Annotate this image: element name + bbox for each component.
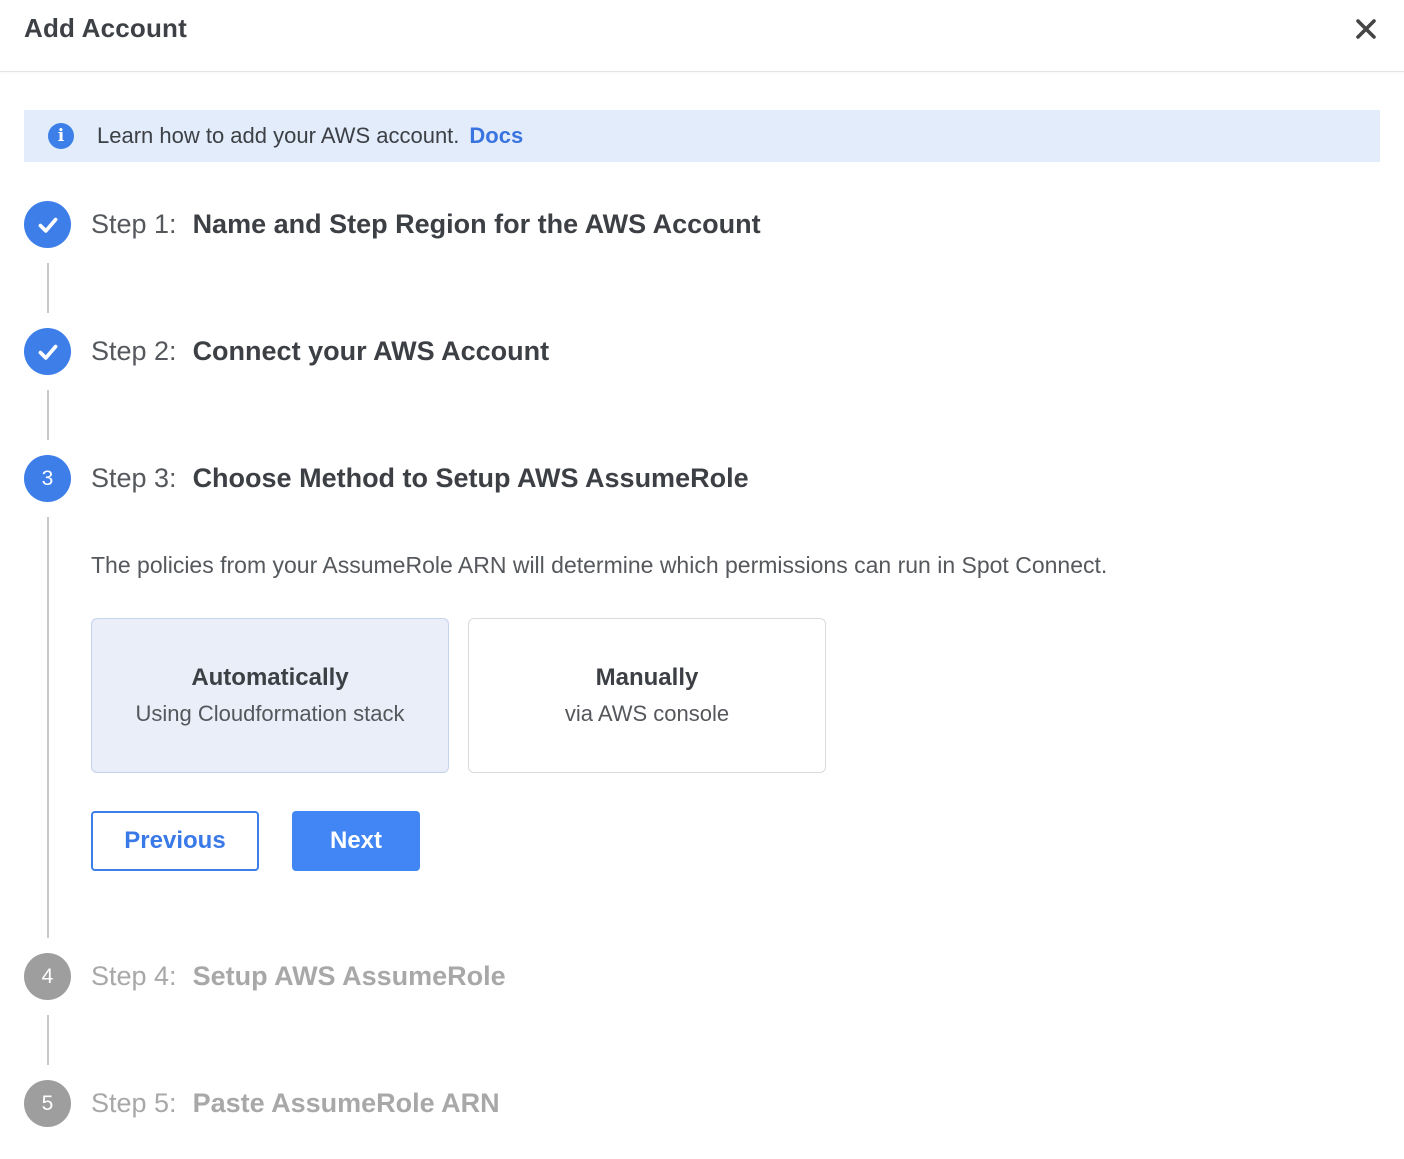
info-banner: i Learn how to add your AWS account. Doc…	[24, 110, 1380, 162]
step-4-prefix: Step 4:	[91, 961, 177, 992]
previous-button[interactable]: Previous	[91, 811, 259, 871]
step-2-rail	[24, 328, 71, 455]
step-1-prefix: Step 1:	[91, 209, 177, 240]
step-2-check-icon	[24, 328, 71, 375]
step-connector	[47, 390, 49, 440]
step-3-number-badge: 3	[24, 455, 71, 502]
step-1-header[interactable]: Step 1: Name and Step Region for the AWS…	[91, 201, 1380, 248]
step-2-prefix: Step 2:	[91, 336, 177, 367]
next-button[interactable]: Next	[292, 811, 420, 871]
step-2-title: Connect your AWS Account	[193, 336, 550, 367]
step-5-prefix: Step 5:	[91, 1088, 177, 1119]
modal-header: Add Account	[0, 0, 1404, 72]
method-card-subtitle: via AWS console	[565, 701, 729, 727]
method-card-title: Automatically	[191, 664, 348, 692]
step-1-title: Name and Step Region for the AWS Account	[193, 209, 761, 240]
step-5-rail: 5	[24, 1080, 71, 1152]
step-5-number-badge: 5	[24, 1080, 71, 1127]
step-4: 4 Step 4: Setup AWS AssumeRole	[24, 953, 1380, 1080]
step-1-check-icon	[24, 201, 71, 248]
step-3-description: The policies from your AssumeRole ARN wi…	[91, 550, 1380, 580]
step-4-title: Setup AWS AssumeRole	[193, 961, 506, 992]
info-banner-text: Learn how to add your AWS account.	[97, 123, 459, 149]
step-5-title: Paste AssumeRole ARN	[193, 1088, 500, 1119]
step-5-header: Step 5: Paste AssumeRole ARN	[91, 1080, 1380, 1127]
step-3-rail: 3	[24, 455, 71, 953]
info-icon: i	[48, 123, 74, 149]
step-2-header[interactable]: Step 2: Connect your AWS Account	[91, 328, 1380, 375]
method-card-manually[interactable]: Manually via AWS console	[468, 618, 826, 773]
docs-link[interactable]: Docs	[469, 123, 523, 149]
step-4-rail: 4	[24, 953, 71, 1080]
step-connector	[47, 1015, 49, 1065]
step-connector	[47, 263, 49, 313]
step-3-title: Choose Method to Setup AWS AssumeRole	[193, 463, 749, 494]
step-3: 3 Step 3: Choose Method to Setup AWS Ass…	[24, 455, 1380, 953]
close-button[interactable]	[1348, 12, 1384, 48]
step-4-header: Step 4: Setup AWS AssumeRole	[91, 953, 1380, 1000]
method-card-title: Manually	[596, 664, 699, 692]
stepper: Step 1: Name and Step Region for the AWS…	[24, 201, 1380, 1152]
step-5: 5 Step 5: Paste AssumeRole ARN	[24, 1080, 1380, 1152]
step-connector	[47, 517, 49, 938]
method-options: Automatically Using Cloudformation stack…	[91, 618, 1380, 773]
step-3-prefix: Step 3:	[91, 463, 177, 494]
modal-body: i Learn how to add your AWS account. Doc…	[0, 110, 1404, 1152]
method-card-automatically[interactable]: Automatically Using Cloudformation stack	[91, 618, 449, 773]
step-1: Step 1: Name and Step Region for the AWS…	[24, 201, 1380, 328]
step-2: Step 2: Connect your AWS Account	[24, 328, 1380, 455]
page-title: Add Account	[24, 13, 187, 44]
close-icon	[1352, 15, 1380, 46]
step-1-rail	[24, 201, 71, 328]
step-3-actions: Previous Next	[91, 811, 1380, 953]
method-card-subtitle: Using Cloudformation stack	[135, 701, 404, 727]
step-4-number-badge: 4	[24, 953, 71, 1000]
step-3-header[interactable]: Step 3: Choose Method to Setup AWS Assum…	[91, 455, 1380, 502]
